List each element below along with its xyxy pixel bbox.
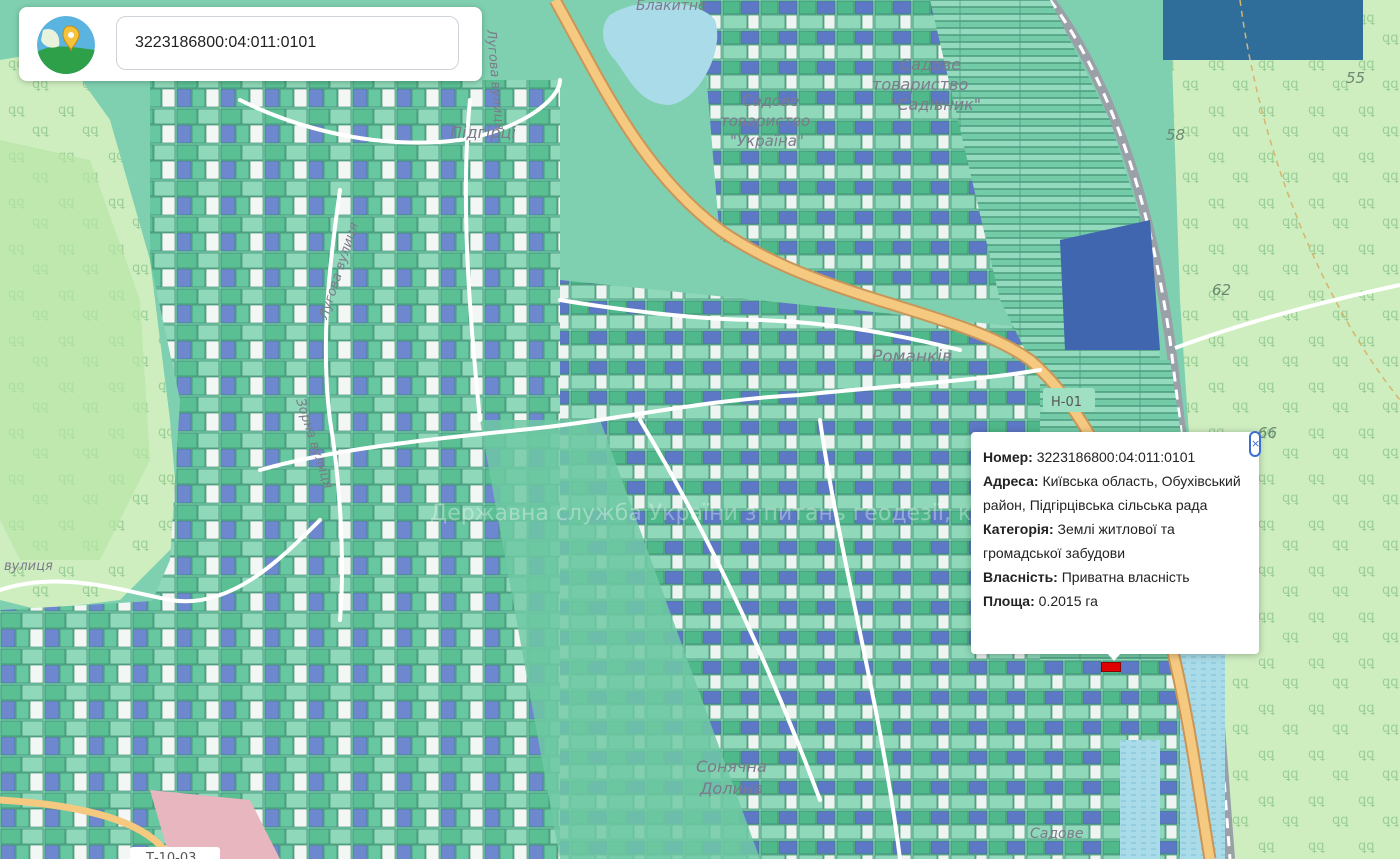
label-lake: Блакитне xyxy=(636,0,707,14)
road-badge-bottom-left: Т-10-03 xyxy=(130,847,220,859)
label-garden1-1: Садове xyxy=(900,55,961,74)
popup-address-row: Адреса: Київська область, Обухівський ра… xyxy=(983,469,1247,517)
large-blue-parcel xyxy=(1060,220,1160,350)
popup-category-label: Категорія: xyxy=(983,521,1054,537)
label-garden1-3: "Садівник" xyxy=(890,95,981,114)
label-village-bottom-2: Долина xyxy=(699,779,763,798)
app-logo-icon[interactable] xyxy=(37,16,95,74)
parcel-info-popup: Номер: 3223186800:04:011:0101 Адреса: Ки… xyxy=(971,432,1259,654)
cadastral-map[interactable]: ꝗꝗ ꝗꝗ xyxy=(0,0,1400,859)
popup-close-button[interactable]: × xyxy=(1249,431,1261,457)
popup-tip xyxy=(1107,653,1121,661)
popup-ownership-value: Приватна власність xyxy=(1061,569,1190,585)
selected-parcel-marker[interactable] xyxy=(1101,662,1121,672)
parcel-large-top-right xyxy=(1163,0,1363,60)
popup-address-label: Адреса: xyxy=(983,473,1039,489)
water-channel xyxy=(1120,740,1160,859)
label-village-mid: Романків xyxy=(872,347,952,367)
label-bottom-right: Садове xyxy=(1030,826,1083,842)
label-garden2-2: товариство xyxy=(720,112,810,130)
elevation-55: 55 xyxy=(1346,69,1365,87)
road-badge-h01: Н-01 xyxy=(1043,388,1095,412)
road-label-h01: Н-01 xyxy=(1051,395,1082,410)
label-garden2-1: Садове xyxy=(742,92,799,110)
elevation-58: 58 xyxy=(1166,126,1185,144)
popup-ownership-row: Власність: Приватна власність xyxy=(983,565,1247,589)
popup-number-label: Номер: xyxy=(983,449,1033,465)
popup-number-row: Номер: 3223186800:04:011:0101 xyxy=(983,445,1247,469)
label-garden2-3: "Україна" xyxy=(730,132,804,150)
popup-category-row: Категорія: Землі житлової та громадської… xyxy=(983,517,1247,565)
popup-area-value: 0.2015 га xyxy=(1038,593,1098,609)
popup-ownership-label: Власність: xyxy=(983,569,1058,585)
road-label-bottom-left: Т-10-03 xyxy=(145,851,196,859)
label-village-bottom-1: Сонячна xyxy=(696,757,767,776)
elevation-62: 62 xyxy=(1212,281,1231,299)
search-panel xyxy=(19,7,482,81)
popup-number-value: 3223186800:04:011:0101 xyxy=(1036,449,1196,465)
search-input[interactable] xyxy=(116,16,459,70)
label-garden1-2: товариство xyxy=(872,75,968,94)
label-street-vulytsia: вулиця xyxy=(4,559,53,574)
popup-area-label: Площа: xyxy=(983,593,1035,609)
popup-area-row: Площа: 0.2015 га xyxy=(983,589,1247,613)
